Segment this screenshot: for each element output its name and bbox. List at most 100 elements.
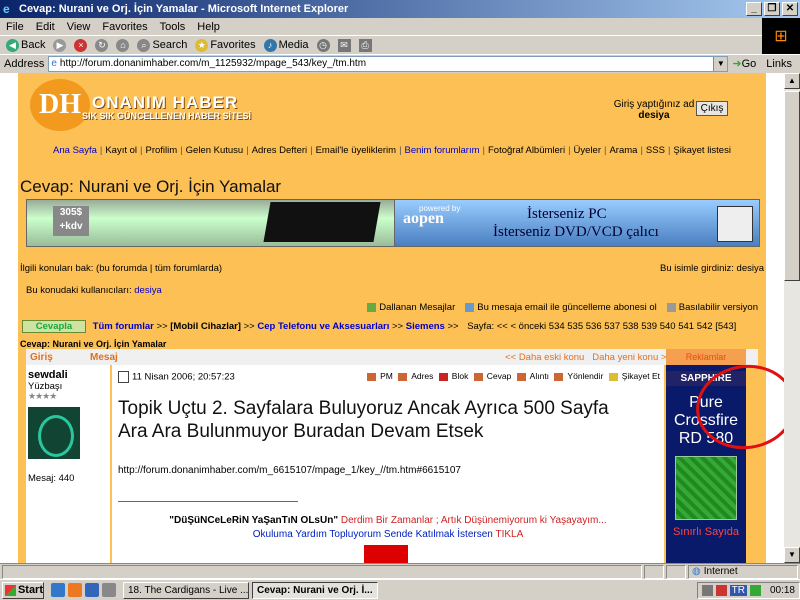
crumb-all-forums[interactable]: Tüm forumlar xyxy=(93,321,154,332)
mail-button[interactable]: ✉ xyxy=(336,38,353,52)
links-button[interactable]: Links xyxy=(766,58,792,70)
nav-adres-defteri[interactable]: Adres Defteri xyxy=(249,145,310,159)
window-titlebar[interactable]: e Cevap: Nurani ve Orj. İçin Yamalar - M… xyxy=(0,0,800,18)
minimize-button[interactable]: _ xyxy=(746,2,762,16)
author-name[interactable]: sewdali xyxy=(28,369,68,381)
report-button[interactable]: Şikayet Et xyxy=(608,371,660,381)
restore-button[interactable]: ❐ xyxy=(764,2,780,16)
back-arrow-icon: ◀ xyxy=(6,38,19,52)
forward-arrow-icon: ▶ xyxy=(53,38,67,52)
pagination[interactable]: Sayfa: << < önceki 534 535 536 537 538 5… xyxy=(467,321,736,332)
nav-ana-sayfa[interactable]: Ana Sayfa xyxy=(50,145,100,159)
thread-icon xyxy=(367,302,377,312)
reply-button[interactable]: Cevapla xyxy=(22,320,86,333)
nav-arama[interactable]: Arama xyxy=(606,145,640,159)
crumb-phones[interactable]: Cep Telefonu ve Aksesuarları xyxy=(257,321,389,332)
close-button[interactable]: ✕ xyxy=(782,2,798,16)
back-button[interactable]: ◀ Back xyxy=(4,38,47,52)
menu-help[interactable]: Help xyxy=(191,21,226,33)
block-button[interactable]: Blok xyxy=(438,371,468,381)
motherboard-image xyxy=(675,456,737,520)
entered-as: Bu isimle girdiniz: desiya xyxy=(659,263,764,274)
menu-tools[interactable]: Tools xyxy=(154,21,192,33)
forward-post-button[interactable]: Yönlendir xyxy=(554,371,603,381)
menu-favorites[interactable]: Favorites xyxy=(96,21,153,33)
word-icon[interactable] xyxy=(85,583,99,597)
history-button[interactable]: ◷ xyxy=(315,38,332,52)
address-button[interactable]: Adres xyxy=(398,371,433,381)
quote-button[interactable]: Alıntı xyxy=(516,371,549,381)
older-topic-link[interactable]: << Daha eski konu xyxy=(505,352,584,363)
nav-sikayet[interactable]: Şikayet listesi xyxy=(670,145,734,159)
language-indicator[interactable]: TR xyxy=(729,584,747,596)
stop-button[interactable]: × xyxy=(72,38,89,52)
start-button[interactable]: Start xyxy=(2,581,44,599)
window-controls: _ ❐ ✕ xyxy=(746,2,798,16)
home-button[interactable]: ⌂ xyxy=(114,38,131,52)
reply-post-button[interactable]: Cevap xyxy=(473,371,511,381)
topic-user-link[interactable]: desiya xyxy=(134,285,161,296)
media-button[interactable]: ♪ Media xyxy=(262,38,311,52)
banner-ad-right[interactable]: powered by aopen İsterseniz PC İsterseni… xyxy=(394,199,760,247)
nav-fotograf[interactable]: Fotoğraf Albümleri xyxy=(485,145,568,159)
address-input[interactable]: e http://forum.donanimhaber.com/m_112593… xyxy=(48,55,729,72)
pm-button[interactable]: PM xyxy=(367,371,393,381)
forward-button[interactable]: ▶ xyxy=(51,38,68,52)
newer-topic-link[interactable]: Daha yeni konu >> xyxy=(592,352,672,363)
ie-quicklaunch-icon[interactable] xyxy=(51,583,65,597)
signature-divider xyxy=(118,501,298,502)
crumb-mobile[interactable]: [Mobil Cihazlar] xyxy=(170,321,241,332)
scroll-up-icon[interactable]: ▲ xyxy=(784,73,800,89)
menu-view[interactable]: View xyxy=(61,21,97,33)
scroll-down-icon[interactable]: ▼ xyxy=(784,547,800,563)
go-button[interactable]: ➜Go xyxy=(732,57,756,70)
nav-profilim[interactable]: Profilim xyxy=(143,145,181,159)
firefox-icon[interactable] xyxy=(68,583,82,597)
antivirus-icon xyxy=(715,584,727,596)
address-dropdown-icon[interactable]: ▼ xyxy=(713,56,728,71)
browser-viewport: DH ONANIM HABER SIK SIK GÜNCELLENEN HABE… xyxy=(0,73,784,563)
threaded-link[interactable]: Dallanan Mesajlar xyxy=(367,302,455,313)
print-icon: ⎙ xyxy=(358,38,372,52)
desktop-icon[interactable] xyxy=(102,583,116,597)
favorites-button[interactable]: ★ Favorites xyxy=(193,38,257,52)
task-ie[interactable]: Cevap: Nurani ve Orj. İ... xyxy=(252,581,378,599)
toolbar: ◀ Back ▶ × ↻ ⌂ ⌕ Search ★ Favorites ♪ Media … xyxy=(0,36,762,54)
avatar xyxy=(28,407,80,459)
vertical-scrollbar[interactable]: ▲ ▼ xyxy=(784,73,800,563)
site-logo[interactable]: DH xyxy=(30,79,90,131)
menu-file[interactable]: File xyxy=(0,21,30,33)
status-extra xyxy=(666,564,686,579)
search-button[interactable]: ⌕ Search xyxy=(135,38,189,52)
nav-sss[interactable]: SSS xyxy=(643,145,668,159)
logout-button[interactable]: Çıkış xyxy=(696,101,728,116)
nav-kayit[interactable]: Kayıt ol xyxy=(102,145,140,159)
sidebar-ad[interactable]: SAPPHIRE Pure Crossfire RD 580 Sınırlı S… xyxy=(666,365,746,563)
address-bar: Address e http://forum.donanimhaber.com/… xyxy=(0,54,800,72)
ads-label: Reklamlar xyxy=(666,349,746,365)
nav-email-uyelik[interactable]: Email'le üyeliklerim xyxy=(313,145,399,159)
nav-benim-forumlarim[interactable]: Benim forumlarım xyxy=(402,145,483,159)
print-button[interactable]: ⎙ xyxy=(357,38,374,52)
signature-link[interactable]: TIKLA xyxy=(495,529,523,540)
printable-link[interactable]: Basılabilir versiyon xyxy=(666,302,758,313)
scroll-thumb[interactable] xyxy=(784,91,800,281)
media-icon: ♪ xyxy=(263,38,277,52)
related-topics[interactable]: İlgili konuları bak: (bu forumda | tüm f… xyxy=(20,263,222,274)
nav-gelen-kutusu[interactable]: Gelen Kutusu xyxy=(183,145,247,159)
post-link[interactable]: http://forum.donanimhaber.com/m_6615107/… xyxy=(118,465,461,476)
subscribe-link[interactable]: Bu mesaja email ile güncelleme abonesi o… xyxy=(465,302,657,313)
signature-line1: "DüŞüNCeLeRiN YaŞanTıN OLsUn" Derdim Bir… xyxy=(169,515,607,526)
rank-stars-icon: ★★★★ xyxy=(28,391,57,401)
status-text xyxy=(2,564,642,579)
banner-ad-left[interactable]: 305$ +kdv xyxy=(26,199,396,247)
task-winamp[interactable]: 18. The Cardigans - Live ... xyxy=(123,581,249,599)
post-text: Topik Uçtu 2. Sayfalara Buluyoruz Ancak … xyxy=(118,398,609,442)
email-icon xyxy=(465,302,475,312)
nav-uyeler[interactable]: Üyeler xyxy=(571,145,604,159)
crumb-siemens[interactable]: Siemens xyxy=(406,321,445,332)
menu-edit[interactable]: Edit xyxy=(30,21,61,33)
post-date: 11 Nisan 2006; 20:57:23 xyxy=(118,371,235,383)
site-tagline: SIK SIK GÜNCELLENEN HABER SİTESİ xyxy=(82,111,252,121)
refresh-button[interactable]: ↻ xyxy=(93,38,110,52)
